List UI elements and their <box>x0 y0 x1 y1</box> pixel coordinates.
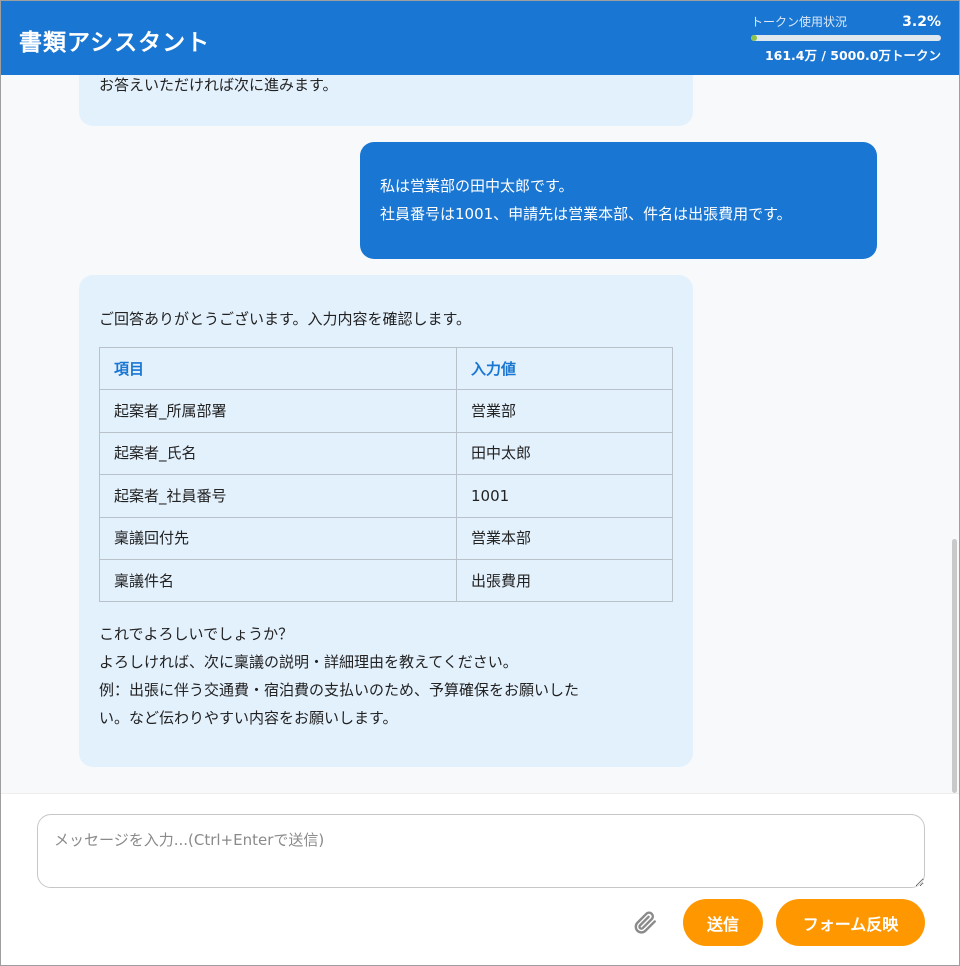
table-row: 起案者_所属部署 営業部 <box>99 389 673 433</box>
bot-message-line: い。など伝わりやすい内容をお願いします。 <box>99 709 398 728</box>
bot-message-intro: ご回答ありがとうございます。入力内容を確認します。 <box>99 310 472 328</box>
confirmation-table: 項目 入力値 起案者_所属部署 営業部 起案者_氏名 田中太郎 起案者_社員番号 <box>99 346 673 603</box>
bot-message-outro: これでよろしいでしょうか？ よろしければ、次に稟議の説明・詳細理由を教えてくださ… <box>99 620 673 732</box>
token-usage-count: 161.4万 / 5000.0万トークン <box>764 48 941 63</box>
token-usage-percent: 3.2% <box>902 13 941 30</box>
table-header-value: 入力値 <box>456 346 673 391</box>
user-message-line: 社員番号は1001、申請先は営業本部、件名は出張費用です。 <box>380 205 792 223</box>
table-cell-item: 起案者_所属部署 <box>99 389 457 433</box>
user-message-line: 私は営業部の田中太郎です。 <box>380 177 574 195</box>
token-usage-label: トークン使用状況 <box>751 15 848 29</box>
table-cell-value: 営業部 <box>456 389 673 433</box>
app-header: 書類アシスタント トークン使用状況 3.2% 161.4万 / 5000.0万ト… <box>1 1 959 75</box>
app-title: 書類アシスタント <box>19 30 211 56</box>
token-usage-bar-fill <box>751 35 758 41</box>
table-cell-item: 起案者_氏名 <box>99 431 457 476</box>
table-cell-value: 1001 <box>456 474 673 518</box>
table-cell-item: 稟議件名 <box>99 558 457 603</box>
token-usage-bar <box>751 35 941 41</box>
bot-message-confirmation: ご回答ありがとうございます。入力内容を確認します。 項目 入力値 起案者_所属部… <box>79 275 693 767</box>
bot-message-line: よろしければ、次に稟議の説明・詳細理由を教えてください。 <box>99 653 518 672</box>
send-button[interactable]: 送信 <box>683 899 763 946</box>
table-row: 稟議件名 出張費用 <box>99 558 673 603</box>
paperclip-icon[interactable] <box>629 906 661 938</box>
app-window: 書類アシスタント トークン使用状況 3.2% 161.4万 / 5000.0万ト… <box>0 0 960 966</box>
message-input[interactable] <box>37 814 925 888</box>
bot-message-line: これでよろしいでしょうか？ <box>99 625 294 644</box>
user-message: 私は営業部の田中太郎です。 社員番号は1001、申請先は営業本部、件名は出張費用… <box>360 142 877 259</box>
table-row: 起案者_社員番号 1001 <box>99 474 673 518</box>
bot-message: お答えいただければ次に進みます。 <box>79 75 693 126</box>
table-header-item: 項目 <box>99 346 457 391</box>
token-usage-row: トークン使用状況 3.2% <box>751 13 941 30</box>
table-cell-value: 営業本部 <box>456 516 673 560</box>
table-cell-value: 田中太郎 <box>456 431 673 476</box>
table-row: 起案者_氏名 田中太郎 <box>99 431 673 476</box>
apply-form-button[interactable]: フォーム反映 <box>776 899 925 946</box>
chat-scrollbar[interactable] <box>952 539 957 793</box>
table-header-row: 項目 入力値 <box>99 346 673 391</box>
table-cell-item: 起案者_社員番号 <box>99 474 457 518</box>
token-usage-panel: トークン使用状況 3.2% 161.4万 / 5000.0万トークン <box>751 13 941 64</box>
chat-history[interactable]: お答えいただければ次に進みます。 私は営業部の田中太郎です。 社員番号は1001… <box>1 75 959 793</box>
composer: 送信 フォーム反映 <box>1 793 959 965</box>
bot-message-line: 例：出張に伴う交通費・宿泊費の支払いのため、予算確保をお願いした <box>99 681 580 700</box>
table-cell-item: 稟議回付先 <box>99 516 457 560</box>
table-cell-value: 出張費用 <box>456 558 673 603</box>
bot-message-text: お答えいただければ次に進みます。 <box>99 76 338 94</box>
table-row: 稟議回付先 営業本部 <box>99 516 673 560</box>
